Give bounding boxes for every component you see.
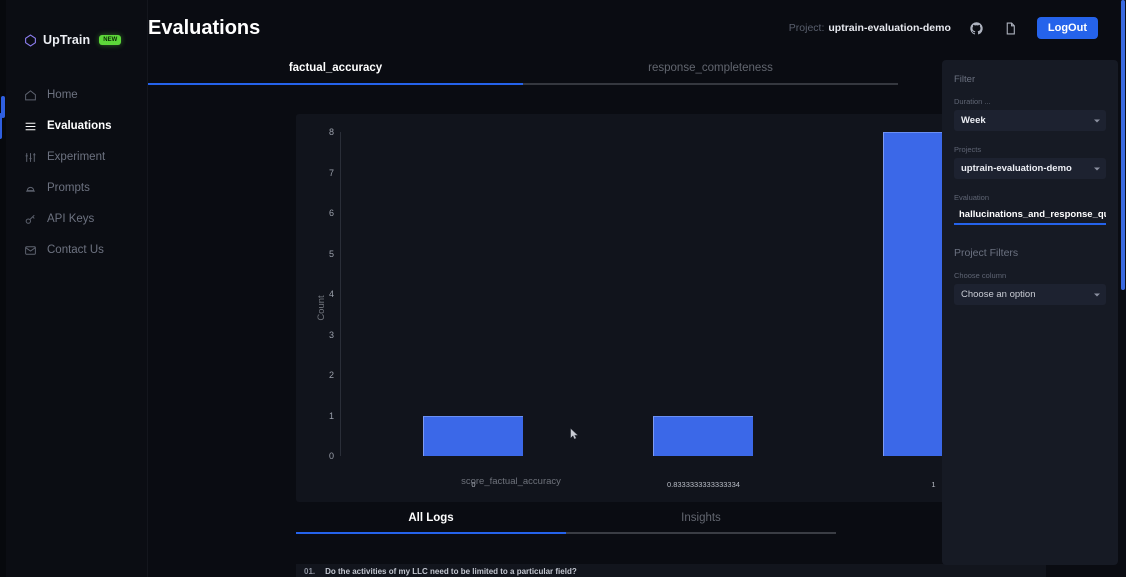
log-row-text: Do the activities of my LLC need to be l…	[325, 566, 577, 576]
sidebar-item-prompts[interactable]: Prompts	[0, 173, 147, 203]
sidebar-item-home[interactable]: Home	[0, 80, 147, 110]
page-title-wrap: Evaluations	[148, 17, 578, 40]
choose-column-select[interactable]: Choose an option	[954, 284, 1106, 305]
sidebar-item-evaluations[interactable]: Evaluations	[0, 111, 147, 141]
chevron-down-icon	[1094, 167, 1100, 170]
project-meta: Project: uptrain-evaluation-demo	[789, 22, 951, 34]
tab-response-completeness[interactable]: response_completeness	[523, 62, 898, 85]
chart-bar[interactable]	[653, 415, 754, 456]
logout-button[interactable]: LogOut	[1036, 17, 1098, 39]
choose-column-value: Choose an option	[961, 289, 1036, 300]
sidebar-item-label: Prompts	[47, 182, 90, 194]
sliders-icon	[25, 152, 36, 162]
docs-glyph-icon	[1007, 22, 1016, 34]
evaluation-input[interactable]: hallucinations_and_response_quali	[954, 206, 1106, 225]
projects-label: Projects	[954, 145, 982, 154]
evaluation-field: Evaluation hallucinations_and_response_q…	[954, 193, 1106, 225]
duration-select[interactable]: Week	[954, 110, 1106, 131]
log-row-index: 01.	[304, 566, 316, 576]
uptrain-diamond-logo-icon	[25, 33, 36, 47]
projects-value: uptrain-evaluation-demo	[961, 163, 1072, 174]
chart-plot-area: Count 0 0.8333333333333334 1 score_factual…	[296, 114, 1046, 502]
key-icon	[25, 214, 35, 224]
brand-name: UpTrain	[43, 33, 91, 47]
github-icon[interactable]	[969, 20, 985, 36]
logs-area: All Logs Insights 01. Do the activities …	[296, 512, 1046, 577]
home-icon	[25, 89, 36, 100]
duration-label: Duration ...	[954, 97, 991, 106]
project-value: uptrain-evaluation-demo	[828, 22, 951, 34]
list-lines-icon	[25, 122, 36, 130]
page-title: Evaluations	[148, 16, 261, 39]
project-filters-title: Project Filters	[954, 247, 1019, 259]
page-scrollbar-thumb[interactable]	[1121, 0, 1125, 290]
sidebar-item-label: Contact Us	[47, 244, 104, 256]
sidebar-nav: Home Evaluations Experiment Prompts API …	[0, 80, 147, 265]
chart-bar[interactable]	[423, 415, 524, 456]
chart-y-tick: 2	[328, 370, 334, 380]
brand[interactable]: UpTrain NEW	[0, 0, 147, 56]
chevron-down-icon	[1094, 119, 1100, 122]
filter-panel: Filter Duration ... Week Projects uptrai…	[942, 60, 1118, 565]
chart-y-tick: 8	[328, 127, 334, 137]
chart-bars-container: 0 0.8333333333333334 1	[341, 132, 1038, 489]
table-row[interactable]: 01. Do the activities of my LLC need to …	[296, 564, 1046, 577]
sidebar-item-label: API Keys	[47, 213, 95, 225]
app-window: UpTrain NEW Home Evaluations Experiment …	[0, 0, 1126, 577]
metric-tabs: factual_accuracy response_completeness	[148, 62, 898, 85]
evaluation-label: Evaluation	[954, 193, 990, 202]
evaluation-value: hallucinations_and_response_quali	[959, 209, 1106, 220]
chart-x-axis-label: score_factual_accuracy	[461, 476, 561, 487]
chart-y-tick: 3	[328, 329, 334, 340]
tab-insights[interactable]: Insights	[566, 512, 836, 534]
filter-panel-title: Filter	[954, 74, 976, 85]
projects-field: Projects uptrain-evaluation-demo	[954, 145, 1106, 179]
github-glyph-icon	[970, 21, 984, 34]
chevron-down-icon	[1094, 293, 1100, 296]
chart-y-axis-label: Count	[316, 295, 328, 321]
histogram-chart-card: Count 0 0.8333333333333334 1 score_factual…	[296, 114, 1046, 502]
project-label: Project:	[788, 22, 825, 34]
sidebar-item-label: Experiment	[47, 151, 106, 163]
chart-y-tick: 5	[328, 248, 334, 259]
page-scrollbar-track[interactable]	[1120, 0, 1126, 577]
sidebar-item-label: Home	[47, 89, 78, 101]
duration-field: Duration ... Week	[954, 97, 1106, 131]
chart-x-tick: 1	[931, 480, 936, 489]
chart-y-tick: 0	[328, 451, 334, 461]
topbar: Evaluations Project: uptrain-evaluation-…	[148, 0, 1126, 56]
choose-column-field: Choose column Choose an option	[954, 271, 1106, 305]
brand-badge: NEW	[99, 35, 122, 45]
chart-y-tick: 4	[328, 289, 334, 299]
projects-select[interactable]: uptrain-evaluation-demo	[954, 158, 1106, 179]
chart-y-tick: 7	[328, 167, 334, 178]
mail-icon	[25, 245, 36, 255]
chart-x-tick: 0.8333333333333334	[666, 480, 740, 489]
sidebar-item-experiment[interactable]: Experiment	[0, 142, 147, 172]
duration-value: Week	[961, 115, 986, 126]
sidebar-item-label: Evaluations	[47, 120, 112, 132]
sidebar-item-contact-us[interactable]: Contact Us	[0, 235, 147, 265]
chart-y-tick: 6	[328, 208, 334, 218]
tab-factual-accuracy[interactable]: factual_accuracy	[148, 62, 523, 85]
topbar-right: Project: uptrain-evaluation-demo LogOut	[789, 17, 1098, 39]
sidebar-item-api-keys[interactable]: API Keys	[0, 204, 147, 234]
left-sidebar: UpTrain NEW Home Evaluations Experiment …	[0, 0, 148, 577]
choose-column-label: Choose column	[954, 271, 1007, 280]
main-content: Evaluations Project: uptrain-evaluation-…	[148, 0, 1126, 577]
docs-icon[interactable]	[1003, 20, 1019, 36]
bell-icon	[26, 186, 35, 192]
logs-tabs: All Logs Insights	[296, 512, 836, 534]
chart-y-tick: 1	[328, 410, 334, 421]
tab-all-logs[interactable]: All Logs	[296, 512, 566, 534]
